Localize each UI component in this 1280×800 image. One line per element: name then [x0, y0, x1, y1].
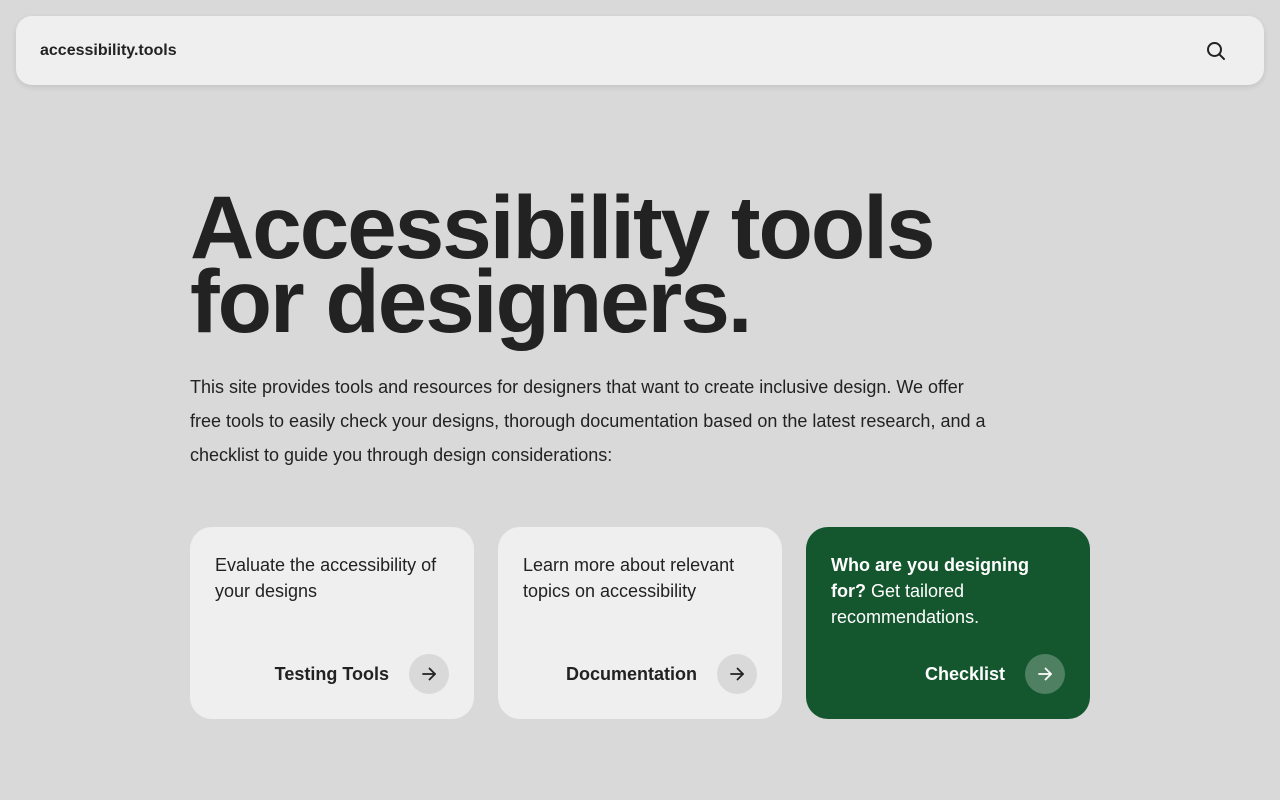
- card-description: Learn more about relevant topics on acce…: [523, 555, 735, 601]
- testing-tools-arrow-button[interactable]: [409, 654, 449, 694]
- top-navigation-bar: accessibility.tools: [16, 16, 1264, 85]
- checklist-arrow-button[interactable]: [1025, 654, 1065, 694]
- arrow-right-icon: [730, 667, 744, 681]
- documentation-arrow-button[interactable]: [717, 654, 757, 694]
- search-icon: [1207, 41, 1225, 60]
- card-description: Evaluate the accessibility of your desig…: [215, 555, 437, 601]
- feature-cards: Evaluate the accessibility of your desig…: [190, 527, 1090, 719]
- card-checklist[interactable]: Who are you designing for? Get tailored …: [806, 527, 1090, 719]
- card-testing-tools[interactable]: Evaluate the accessibility of your desig…: [190, 527, 474, 719]
- testing-tools-link[interactable]: Testing Tools: [275, 664, 389, 685]
- arrow-right-icon: [1038, 667, 1052, 681]
- card-description: Who are you designing for? Get tailored …: [831, 552, 1065, 630]
- main-content: Accessibility tools for designers. This …: [190, 177, 1090, 719]
- intro-paragraph: This site provides tools and resources f…: [190, 377, 986, 465]
- card-footer: Documentation: [566, 654, 757, 694]
- documentation-link[interactable]: Documentation: [566, 664, 697, 685]
- page-title: Accessibility tools for designers.: [190, 177, 936, 351]
- card-footer: Testing Tools: [275, 654, 449, 694]
- checklist-link[interactable]: Checklist: [925, 664, 1005, 685]
- card-documentation[interactable]: Learn more about relevant topics on acce…: [498, 527, 782, 719]
- arrow-right-icon: [422, 667, 436, 681]
- search-button[interactable]: [1198, 33, 1234, 69]
- card-footer: Checklist: [925, 654, 1065, 694]
- site-logo-link[interactable]: accessibility.tools: [40, 42, 177, 60]
